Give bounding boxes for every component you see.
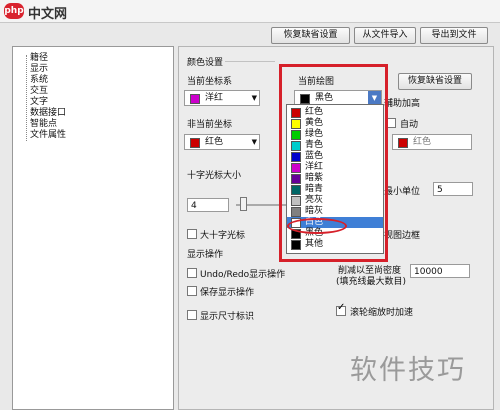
undo-redo-checkbox[interactable] (187, 268, 197, 278)
assist-label: 辅助加高 (384, 99, 421, 109)
dimension-mark-checkbox[interactable] (187, 310, 197, 320)
color-section-title: 颜色设置 (187, 58, 224, 68)
wheel-accel-label: 滚轮缩放时加速 (350, 308, 414, 318)
export-file-button[interactable]: 导出到文件 (420, 27, 488, 44)
cursor-size-slider-thumb[interactable] (240, 197, 247, 211)
save-display-label: 保存显示操作 (200, 288, 255, 298)
view-border-label: 视图边框 (384, 231, 421, 241)
display-section-title: 显示操作 (187, 250, 224, 260)
current-coord-label: 当前坐标系 (187, 77, 233, 87)
noncurrent-coord-color-value: 红色 (205, 137, 224, 147)
big-cross-label: 大十字光标 (200, 231, 246, 241)
tree-connector (26, 55, 28, 141)
watermark-text: 软件技巧 (350, 355, 466, 386)
limit-sublabel: (填充线最大数目) (336, 277, 407, 287)
auto-label: 自动 (400, 120, 419, 130)
chevron-down-icon: ▼ (251, 94, 257, 102)
check-icon: ✓ (337, 302, 346, 313)
site-logo: php (4, 3, 24, 19)
cursor-size-input[interactable]: 4 (187, 198, 229, 212)
undo-redo-label: Undo/Redo显示操作 (200, 270, 286, 280)
magenta-swatch (190, 94, 200, 104)
site-name: 中文网 (28, 7, 68, 22)
limit-input[interactable]: 10000 (410, 264, 470, 278)
top-bar (0, 0, 500, 23)
color-restore-button[interactable]: 恢复缺省设置 (398, 73, 472, 90)
cursor-size-label: 十字光标大小 (187, 171, 242, 181)
assist-color-select[interactable]: 红色 (392, 134, 472, 150)
import-file-button[interactable]: 从文件导入 (354, 27, 416, 44)
dimension-mark-label: 显示尺寸标识 (200, 312, 255, 322)
min-unit-input[interactable]: 5 (433, 182, 473, 196)
red-swatch (398, 138, 408, 148)
current-coord-color-select[interactable]: 洋红 ▼ (184, 90, 260, 106)
assist-color-value: 红色 (413, 137, 432, 147)
current-coord-color-value: 洋红 (205, 93, 224, 103)
chevron-down-icon: ▼ (251, 138, 257, 146)
restore-defaults-button[interactable]: 恢复缺省设置 (271, 27, 350, 44)
color-section-line (225, 61, 275, 62)
min-unit-label: 最小单位 (384, 187, 421, 197)
annotation-highlight-ellipse (287, 218, 347, 234)
save-display-checkbox[interactable] (187, 286, 197, 296)
big-cross-checkbox[interactable] (187, 229, 197, 239)
tree-item-file-properties[interactable]: 文件属性 (30, 127, 66, 140)
noncurrent-coord-label: 非当前坐标 (187, 120, 233, 130)
red-swatch (190, 138, 200, 148)
noncurrent-coord-color-select[interactable]: 红色 ▼ (184, 134, 260, 150)
